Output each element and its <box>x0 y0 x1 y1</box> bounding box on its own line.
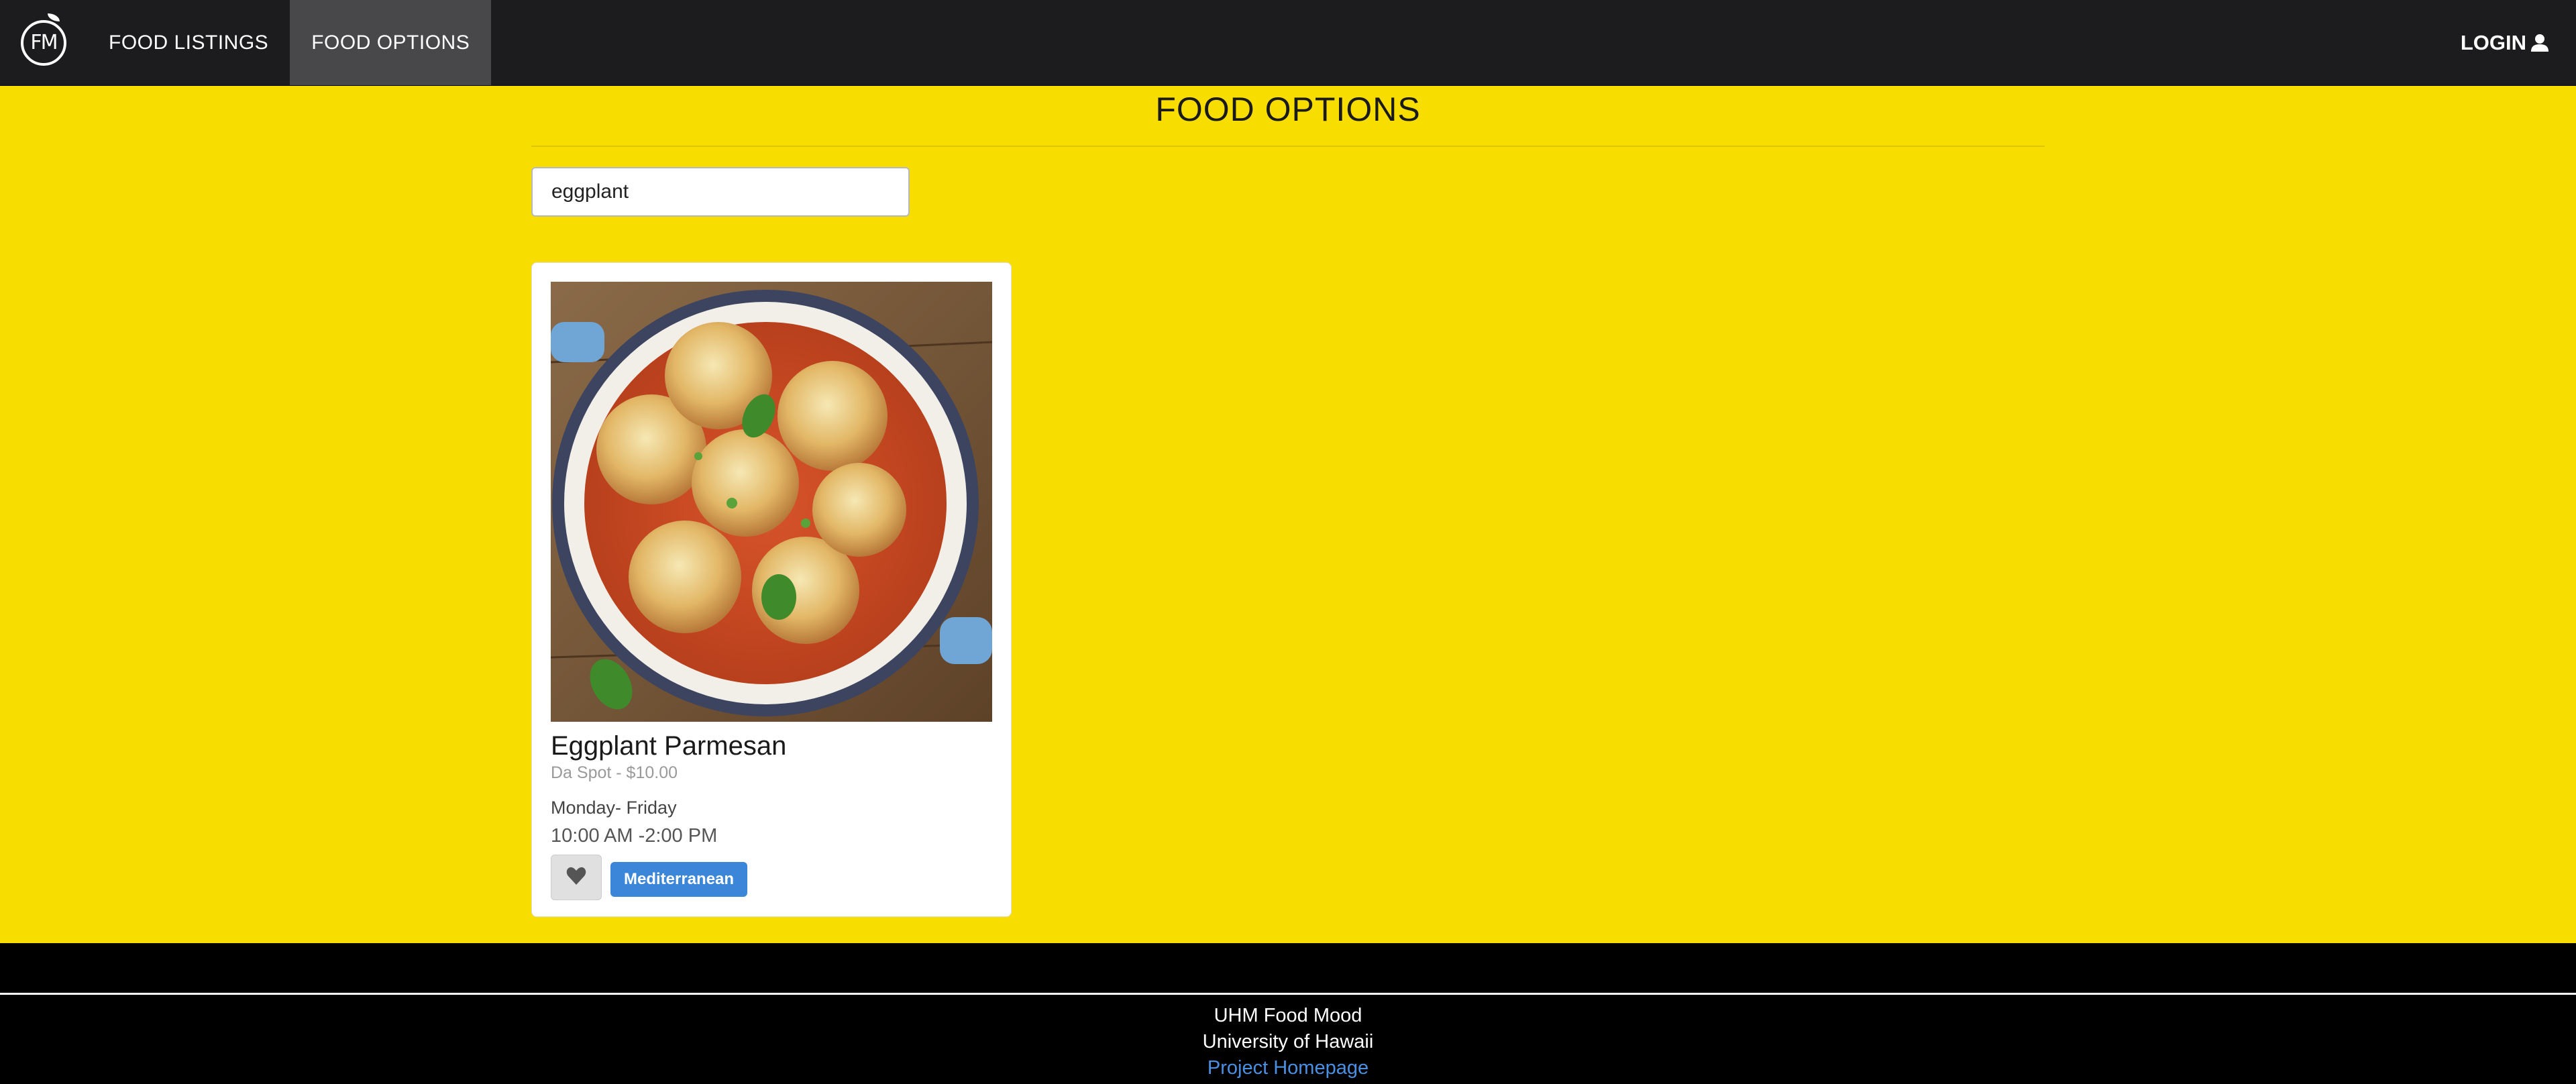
favorite-button[interactable] <box>551 855 602 900</box>
main-content: FOOD OPTIONS eggplant Eggplant Parmesan … <box>0 86 2576 943</box>
food-card: Eggplant Parmesan Da Spot - $10.00 Monda… <box>531 262 1012 917</box>
logo-badge: FM <box>21 13 66 66</box>
title-divider <box>531 146 2045 147</box>
page-title: FOOD OPTIONS <box>1155 91 1421 128</box>
food-hours: 10:00 AM -2:00 PM <box>551 825 718 847</box>
logo-text: FM <box>30 31 58 54</box>
user-icon <box>2530 34 2549 52</box>
logo[interactable]: FM <box>0 0 87 85</box>
food-image <box>551 282 992 722</box>
search-input[interactable] <box>531 167 910 217</box>
food-vendor-price: Da Spot - $10.00 <box>551 763 678 782</box>
top-navbar: FM FOOD LISTINGS FOOD OPTIONS LOGIN <box>0 0 2576 86</box>
footer-divider <box>0 993 2576 995</box>
login-button[interactable]: LOGIN <box>2461 0 2576 85</box>
nav-item-food-options[interactable]: FOOD OPTIONS <box>290 0 492 85</box>
heart-icon <box>566 867 586 889</box>
footer: UHM Food Mood University of Hawaii Proje… <box>0 943 2576 1084</box>
project-homepage-link[interactable]: Project Homepage <box>0 1057 2576 1079</box>
nav-item-food-listings[interactable]: FOOD LISTINGS <box>87 0 290 85</box>
footer-app-name: UHM Food Mood <box>1214 1005 1362 1026</box>
cuisine-tag[interactable]: Mediterranean <box>610 862 748 897</box>
leaf-icon <box>48 13 60 21</box>
login-label: LOGIN <box>2460 30 2526 54</box>
footer-university: University of Hawaii <box>1202 1031 1374 1052</box>
food-days: Monday- Friday <box>551 798 677 818</box>
food-name: Eggplant Parmesan <box>551 731 787 761</box>
